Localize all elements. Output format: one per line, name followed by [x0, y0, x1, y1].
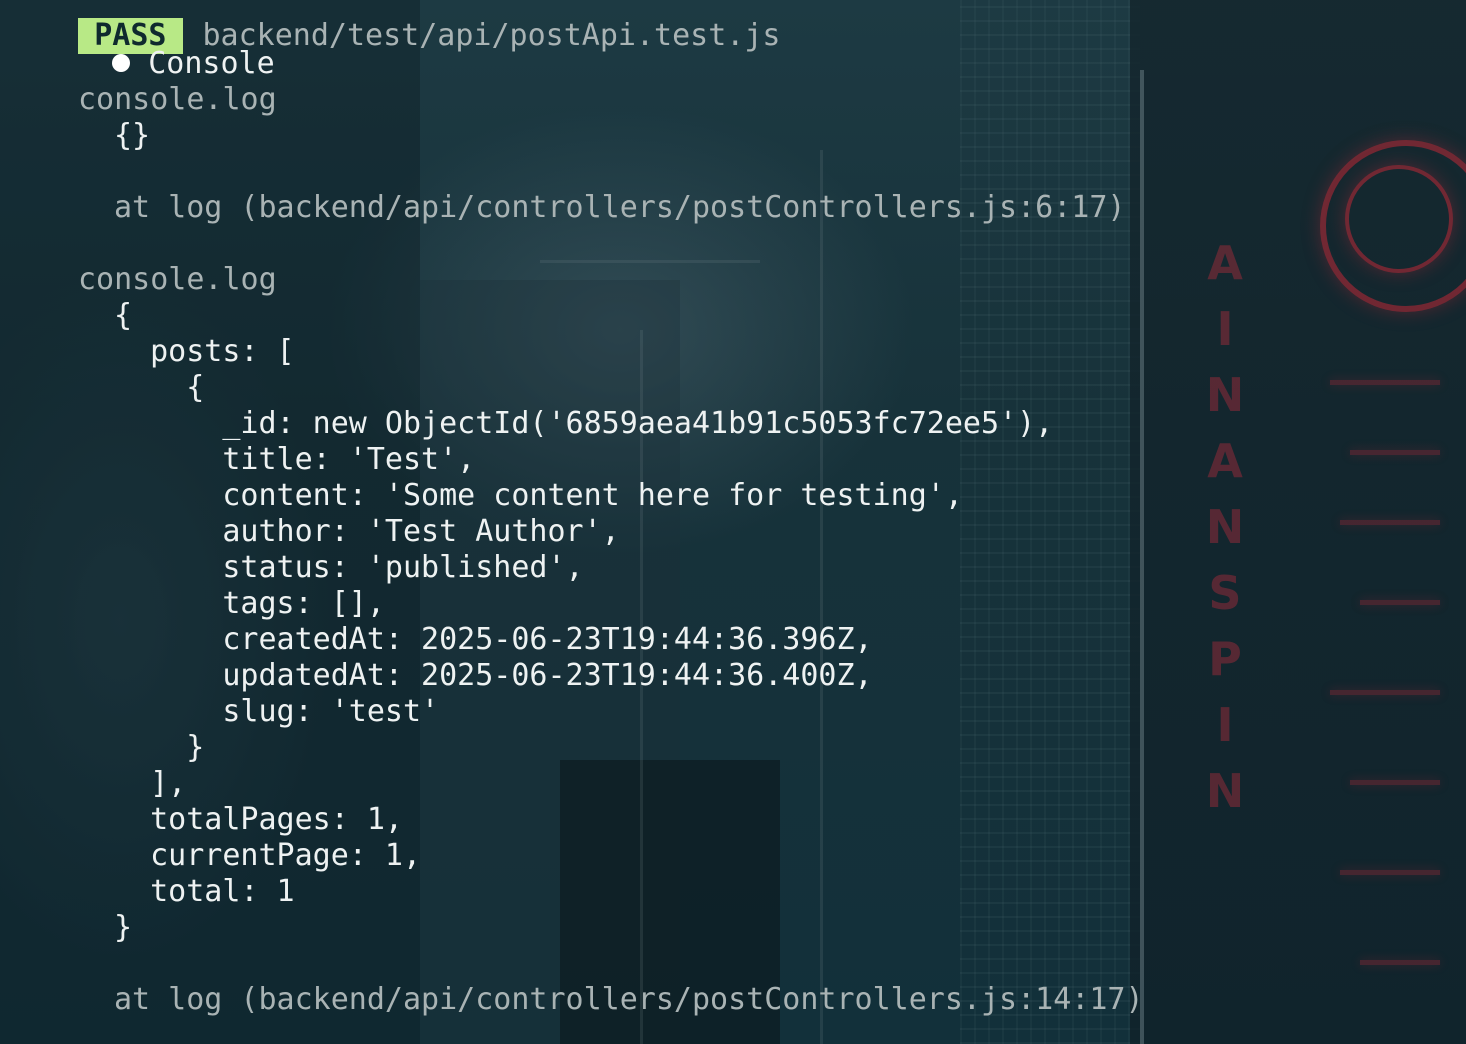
console-section-title: Console	[148, 46, 275, 81]
log-output-line: }	[114, 730, 205, 765]
log-output-line: {	[114, 370, 205, 405]
log-output-line: slug: 'test'	[114, 694, 440, 729]
log-output-line: author: 'Test Author',	[114, 514, 620, 549]
bullet-icon	[112, 53, 131, 72]
log-location: at log (backend/api/controllers/postCont…	[114, 190, 1126, 225]
log-output-line: _id: new ObjectId('6859aea41b91c5053fc72…	[114, 406, 1054, 441]
log-output-line: createdAt: 2025-06-23T19:44:36.396Z,	[114, 622, 873, 657]
log-location: at log (backend/api/controllers/postCont…	[114, 982, 1144, 1017]
log-output-line: {}	[114, 118, 151, 153]
log-output-line: updatedAt: 2025-06-23T19:44:36.400Z,	[114, 658, 873, 693]
log-output-line: totalPages: 1,	[114, 802, 403, 837]
console-log-label: console.log	[78, 82, 277, 117]
log-output-line: content: 'Some content here for testing'…	[114, 478, 963, 513]
log-output-line: total: 1	[114, 874, 295, 909]
log-output-line: posts: [	[114, 334, 295, 369]
test-file-path: backend/test/api/postApi.test.js	[202, 18, 781, 53]
log-output-line: tags: [],	[114, 586, 385, 621]
log-output-line: status: 'published',	[114, 550, 584, 585]
console-log-label: console.log	[78, 262, 277, 297]
log-output-line: {	[114, 298, 133, 333]
log-output-line: }	[114, 910, 133, 945]
terminal-output: PASS backend/test/api/postApi.test.js Con…	[0, 0, 1466, 1044]
log-output-line: currentPage: 1,	[114, 838, 422, 873]
log-output-line: title: 'Test',	[114, 442, 476, 477]
log-output-line: ],	[114, 766, 187, 801]
